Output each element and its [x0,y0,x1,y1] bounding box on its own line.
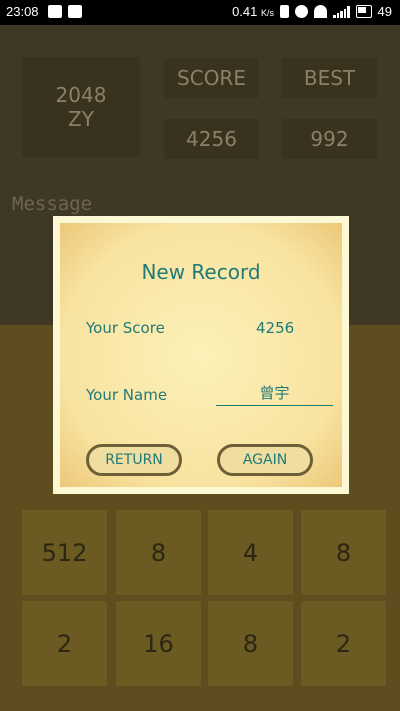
score-label: SCORE [164,58,259,98]
clock: 23:08 [6,4,39,19]
tile: 8 [208,601,293,686]
status-bar: 23:08 0.41 K/s 49 [0,0,400,25]
best-value: 992 [282,119,377,159]
your-name-label: Your Name [86,386,168,404]
tile: 2 [301,601,386,686]
tile: 4 [208,510,293,595]
your-score-label: Your Score [86,319,165,337]
best-label: BEST [282,58,377,98]
network-speed: 0.41 K/s [232,4,275,19]
dialog-title: New Record [141,260,261,284]
shield-notification-icon [68,5,82,18]
tile: 2 [22,601,107,686]
battery-level: 49 [377,4,392,19]
your-score-value: 4256 [256,319,295,337]
again-button[interactable]: AGAIN [217,444,313,476]
new-record-dialog: New Record Your Score 4256 Your Name RET… [53,216,349,494]
game-logo: 2048 ZY [22,57,140,157]
image-notification-icon [48,5,62,18]
tile: 512 [22,510,107,595]
tile: 16 [116,601,201,686]
return-button[interactable]: RETURN [86,444,182,476]
signal-icon [333,5,350,18]
tile: 8 [116,510,201,595]
score-value: 4256 [164,119,259,159]
tile: 8 [301,510,386,595]
wifi-icon [314,5,328,18]
battery-icon [355,5,372,18]
alarm-icon [295,5,309,18]
vibrate-icon [280,5,290,18]
name-input[interactable] [216,379,333,406]
message-label: Message [12,193,93,215]
